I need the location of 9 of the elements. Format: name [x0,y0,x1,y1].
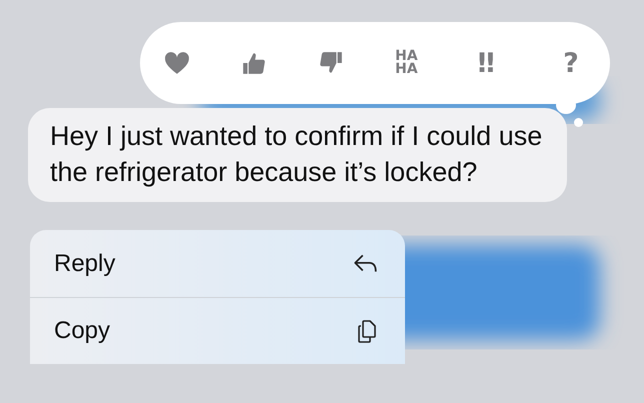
reaction-button[interactable]: ‼ [469,50,504,76]
menu-item[interactable]: Copy [30,297,405,364]
message-text: Hey I just wanted to confirm if I could use the refrigerator because it’s locked? [50,120,544,189]
reaction-button[interactable]: ? [554,50,588,76]
reply-icon [353,252,379,274]
menu-item[interactable]: Reply [30,230,405,297]
heart-icon[interactable] [164,51,190,75]
copy-icon [357,318,379,344]
reaction-button[interactable]: HA HA [394,50,418,76]
